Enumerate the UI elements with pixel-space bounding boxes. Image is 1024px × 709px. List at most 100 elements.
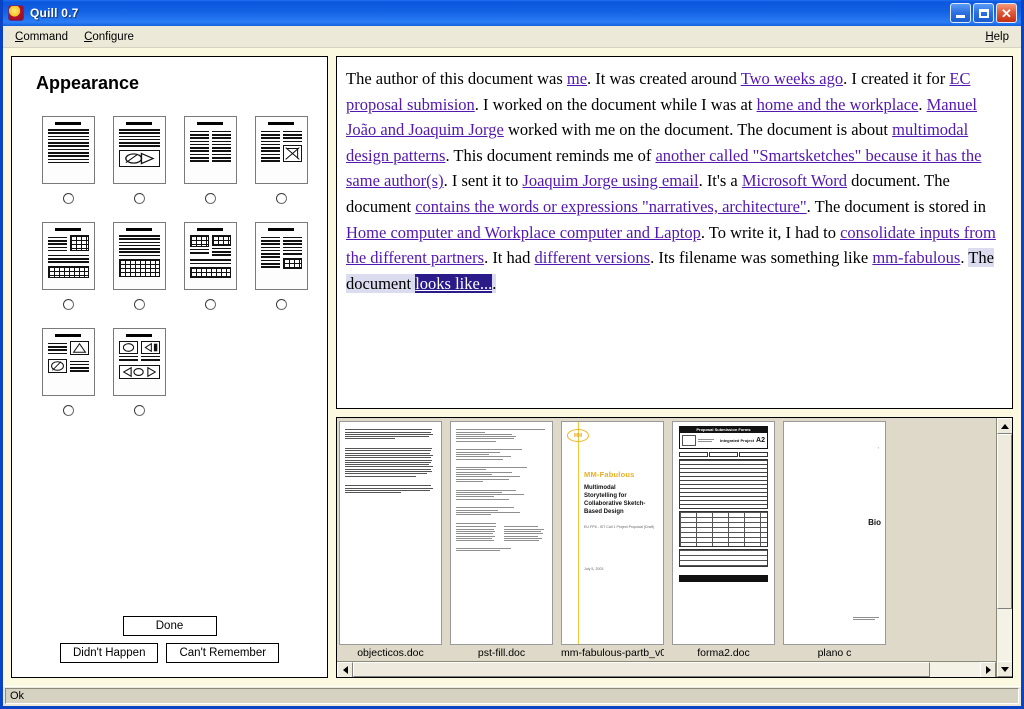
- window-controls: ✕: [950, 3, 1019, 23]
- appearance-row-3: [41, 328, 298, 416]
- scroll-left-arrow-icon[interactable]: [337, 662, 353, 677]
- appearance-title: Appearance: [36, 73, 140, 93]
- documents-scroll-area: objecticos.doc pst-fill.doc MM MM-Fabulo…: [337, 418, 996, 677]
- document-preview-forma2: Proposal Submission Forms Integrated Pro…: [672, 421, 775, 645]
- appearance-option-plain-text-page[interactable]: [41, 116, 95, 204]
- narrative-link-versions[interactable]: different versions: [534, 248, 650, 267]
- appearance-option-multi-table-page[interactable]: [183, 222, 237, 310]
- menu-configure[interactable]: Configure: [76, 28, 142, 46]
- narrative-link-keywords[interactable]: contains the words or expressions "narra…: [415, 197, 806, 216]
- appearance-option-two-column-text-image-page[interactable]: [254, 116, 308, 204]
- thumb-picture-icon-2: [282, 145, 302, 163]
- documents-horizontal-scrollbar[interactable]: [337, 661, 996, 677]
- right-column: The author of this document was me. It w…: [336, 56, 1013, 678]
- scroll-up-arrow-icon[interactable]: [997, 418, 1012, 434]
- appearance-option-image-heavy-page[interactable]: [112, 328, 166, 416]
- title-bar-left: Quill 0.7: [8, 5, 950, 21]
- document-item[interactable]: Proposal Submission Forms Integrated Pro…: [672, 421, 775, 661]
- narrative-link-looks-like[interactable]: looks like...: [415, 273, 493, 293]
- appearance-radio-6[interactable]: [133, 299, 145, 310]
- page-thumb-two-column-image: [254, 116, 308, 184]
- narrative-segment: . It was created around: [587, 69, 741, 88]
- document-item[interactable]: objecticos.doc: [339, 421, 442, 661]
- appearance-radio-2[interactable]: [133, 193, 145, 204]
- cant-remember-button[interactable]: Can't Remember: [166, 643, 280, 663]
- document-item[interactable]: pst-fill.doc: [450, 421, 553, 661]
- thumb-picture-icon-7: [118, 365, 160, 380]
- menu-help[interactable]: Help: [977, 28, 1017, 46]
- appearance-radio-8[interactable]: [275, 299, 287, 310]
- appearance-option-two-column-text-page[interactable]: [183, 116, 237, 204]
- narrative-link-location[interactable]: home and the workplace: [757, 95, 919, 114]
- narrative-link-created-date[interactable]: Two weeks ago: [741, 69, 843, 88]
- scroll-down-arrow-icon[interactable]: [997, 661, 1012, 677]
- narrative-link-filename[interactable]: mm-fabulous: [872, 248, 960, 267]
- document-preview-pst-fill: [450, 421, 553, 645]
- appearance-option-text-with-image-page[interactable]: [112, 116, 166, 204]
- menu-configure-label-rest: onfigure: [92, 30, 134, 43]
- page-thumb-two-col-small-table: [254, 222, 308, 290]
- done-button[interactable]: Done: [122, 616, 217, 636]
- application-window: Quill 0.7 ✕ Command Configure Help Appea…: [0, 0, 1024, 709]
- thumb-picture-icon-3: [69, 341, 89, 355]
- document-item[interactable]: MM MM-Fabulous Multimodal Storytelling f…: [561, 421, 664, 661]
- mm-logo-icon: MM: [567, 429, 589, 442]
- hscroll-thumb[interactable]: [353, 662, 930, 677]
- close-button[interactable]: ✕: [996, 3, 1017, 23]
- page-thumb-text-two-images: [41, 328, 95, 396]
- menu-command[interactable]: Command: [7, 28, 76, 46]
- maximize-button[interactable]: [973, 3, 994, 23]
- appearance-row-2: [41, 222, 308, 310]
- hscroll-track[interactable]: [353, 662, 980, 677]
- narrative-link-sent-to[interactable]: Joaquim Jorge using email: [522, 171, 698, 190]
- document-filename: pst-fill.doc: [477, 647, 526, 659]
- documents-panel: objecticos.doc pst-fill.doc MM MM-Fabulo…: [336, 417, 1013, 678]
- document-filename: mm-fabulous-partb_v0.2_djvg.rtf: [561, 647, 664, 659]
- appearance-option-text-with-tables-page[interactable]: [41, 222, 95, 310]
- document-filename: plano c: [817, 647, 852, 659]
- narrative-link-storage[interactable]: Home computer and Workplace computer and…: [346, 223, 701, 242]
- thumb-picture-icon: [118, 150, 160, 167]
- narrative-link-file-type[interactable]: Microsoft Word: [742, 171, 847, 190]
- page-thumb-text-tables: [41, 222, 95, 290]
- narrative-highlight-suffix: .: [492, 273, 497, 293]
- page-thumb-two-column: [183, 116, 237, 184]
- document-preview-plano: ▪ Bio: [783, 421, 886, 645]
- didnt-happen-button[interactable]: Didn't Happen: [59, 643, 159, 663]
- page-thumb-image-gallery: [112, 328, 166, 396]
- scroll-right-arrow-icon[interactable]: [980, 662, 996, 677]
- quill-app-icon: [8, 5, 24, 21]
- vscroll-thumb[interactable]: [997, 434, 1012, 609]
- appearance-radio-10[interactable]: [133, 405, 145, 416]
- documents-vertical-scrollbar[interactable]: [996, 418, 1012, 677]
- appearance-radio-7[interactable]: [204, 299, 216, 310]
- narrative-link-author[interactable]: me: [567, 69, 587, 88]
- mm-cover-heading: MM-Fabulous: [584, 470, 635, 479]
- appearance-option-text-above-table-page[interactable]: [112, 222, 166, 310]
- narrative-text-panel[interactable]: The author of this document was me. It w…: [336, 56, 1013, 409]
- minimize-button[interactable]: [950, 3, 971, 23]
- page-thumb-text-then-table: [112, 222, 166, 290]
- appearance-radio-3[interactable]: [204, 193, 216, 204]
- status-text: Ok: [5, 688, 1019, 704]
- document-filename: forma2.doc: [697, 647, 750, 659]
- appearance-radio-5[interactable]: [62, 299, 74, 310]
- appearance-option-text-with-two-images-page[interactable]: [41, 328, 95, 416]
- vscroll-track[interactable]: [997, 434, 1012, 661]
- appearance-panel: Appearance Done Didn't Happen Can't Reme…: [11, 56, 328, 678]
- menu-command-label-rest: ommand: [23, 30, 69, 43]
- appearance-radio-4[interactable]: [275, 193, 287, 204]
- form-code: A2: [756, 437, 765, 444]
- title-bar: Quill 0.7 ✕: [3, 0, 1021, 26]
- thumb-picture-icon-5: [118, 341, 138, 354]
- doc-fake-text: [451, 422, 552, 558]
- mm-cover-subtitle: Multimodal Storytelling for Collaborativ…: [584, 485, 646, 515]
- page-thumb-plain-text: [41, 116, 95, 184]
- window-title: Quill 0.7: [30, 6, 79, 20]
- appearance-option-two-column-small-table-page[interactable]: [254, 222, 308, 310]
- appearance-radio-9[interactable]: [62, 405, 74, 416]
- narrative-segment: . The document is stored in: [806, 196, 987, 216]
- document-item[interactable]: ▪ Bio plano c: [783, 421, 886, 661]
- appearance-radio-1[interactable]: [62, 193, 74, 204]
- narrative-segment: . It's a: [698, 171, 742, 191]
